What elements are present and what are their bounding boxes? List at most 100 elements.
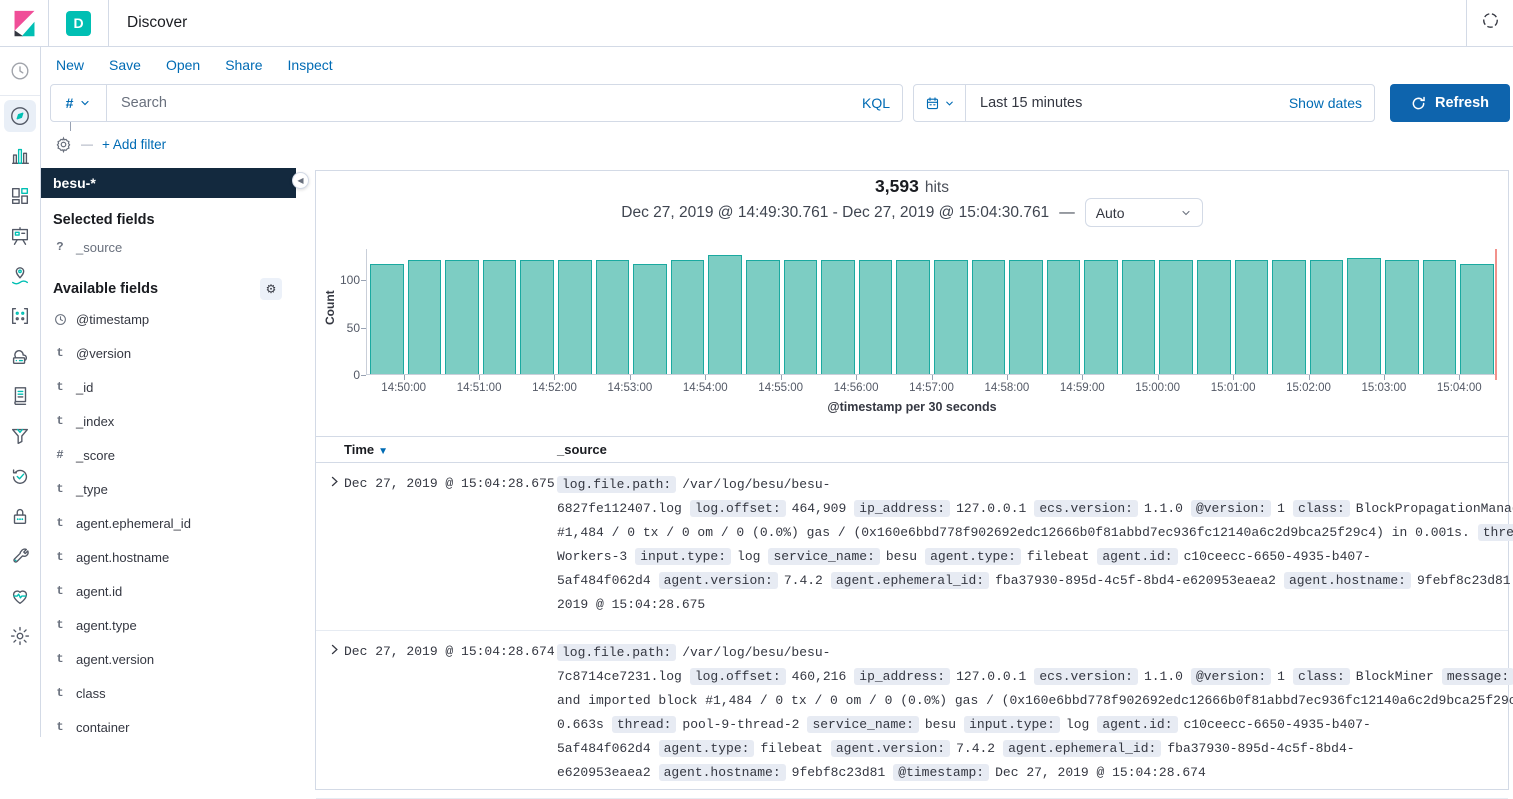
app-link-apm[interactable] <box>0 416 40 456</box>
app-link-siem[interactable] <box>0 496 40 536</box>
histogram-bar-15:03:30[interactable] <box>1423 260 1457 374</box>
search-input[interactable] <box>107 95 850 111</box>
stack-monitoring-icon <box>9 585 31 607</box>
field-agent.ephemeral_id[interactable]: tagent.ephemeral_id <box>41 506 296 540</box>
histogram-bar-15:02:30[interactable] <box>1347 258 1381 374</box>
field-settings-button[interactable]: ⚙ <box>260 278 282 300</box>
quick-select-menu[interactable] <box>914 85 966 121</box>
histogram-bar-14:58:30[interactable] <box>1047 260 1081 374</box>
app-link-uptime[interactable] <box>0 456 40 496</box>
histogram-bar-15:01:30[interactable] <box>1272 260 1306 374</box>
x-tick-label: 14:54:00 <box>683 382 728 394</box>
field-value: Dec 27, 2019 @ 15:04:28.674 <box>995 765 1206 780</box>
histogram-bar-14:51:30[interactable] <box>520 260 554 374</box>
histogram-bar-14:50:00[interactable] <box>408 260 442 374</box>
field-agent.type[interactable]: tagent.type <box>41 608 296 642</box>
x-tick-label: 14:52:00 <box>532 382 577 394</box>
app-link-recent[interactable] <box>0 47 40 96</box>
histogram-bar-14:51:00[interactable] <box>483 260 517 374</box>
filter-options-gear-icon[interactable] <box>55 136 72 153</box>
field-_index[interactable]: t_index <box>41 404 296 438</box>
app-link-metrics[interactable] <box>0 336 40 376</box>
app-link-machine-learning[interactable] <box>0 296 40 336</box>
app-link-logs[interactable] <box>0 376 40 416</box>
field-value: 127.0.0.1 <box>956 501 1026 516</box>
sort-desc-icon[interactable]: ▼ <box>378 446 388 457</box>
collapse-sidebar-button[interactable]: ◀ <box>292 172 309 189</box>
string-field-icon: t <box>53 686 67 700</box>
show-dates-button[interactable]: Show dates <box>1277 95 1374 111</box>
field-@version[interactable]: t@version <box>41 336 296 370</box>
histogram-bar-14:52:30[interactable] <box>596 260 630 374</box>
app-link-canvas[interactable] <box>0 216 40 256</box>
refresh-button[interactable]: Refresh <box>1390 84 1510 122</box>
field-_id[interactable]: t_id <box>41 370 296 404</box>
time-range-line: Dec 27, 2019 @ 14:49:30.761 - Dec 27, 20… <box>316 198 1508 227</box>
histogram-bar-14:52:00[interactable] <box>558 260 592 374</box>
histogram-bars[interactable] <box>367 249 1497 374</box>
help-menu-button[interactable] <box>1467 0 1513 46</box>
x-tick-label: 14:50:00 <box>381 382 426 394</box>
field-key-badge: ip_address: <box>854 500 950 517</box>
histogram-bar-14:54:00[interactable] <box>708 255 742 374</box>
time-column-header[interactable]: Time▼ <box>344 442 557 457</box>
histogram-bar-14:56:30[interactable] <box>896 260 930 374</box>
histogram-bar-15:04:00[interactable] <box>1460 264 1494 374</box>
histogram-bar-14:55:00[interactable] <box>784 260 818 374</box>
field-key-badge: @timestamp: <box>893 764 989 781</box>
histogram-bar-14:54:30[interactable] <box>746 260 780 374</box>
histogram-bar-14:53:30[interactable] <box>671 260 705 374</box>
nav-link-open[interactable]: Open <box>166 57 200 73</box>
nav-link-save[interactable]: Save <box>109 57 141 73</box>
app-link-maps[interactable] <box>0 256 40 296</box>
histogram-bar-14:59:00[interactable] <box>1084 260 1118 374</box>
histogram-bar-14:57:00[interactable] <box>934 260 968 374</box>
histogram-bar-14:59:30[interactable] <box>1122 260 1156 374</box>
app-link-visualize[interactable] <box>0 136 40 176</box>
discover-top-nav: New Save Open Share Inspect <box>41 47 333 83</box>
field-_source[interactable]: ?_source <box>41 230 296 264</box>
nav-link-share[interactable]: Share <box>225 57 262 73</box>
histogram-bar-15:00:00[interactable] <box>1159 260 1193 374</box>
field-agent.version[interactable]: tagent.version <box>41 642 296 676</box>
histogram-plot-area[interactable] <box>366 249 1497 375</box>
nav-link-inspect[interactable]: Inspect <box>288 57 333 73</box>
kql-language-button[interactable]: KQL <box>850 95 902 111</box>
app-link-discover[interactable] <box>0 96 40 136</box>
histogram-bar-14:53:00[interactable] <box>633 264 667 374</box>
histogram-bar-15:00:30[interactable] <box>1197 260 1231 374</box>
expand-row-button[interactable] <box>316 641 344 658</box>
histogram-bar-14:49:30[interactable] <box>370 264 404 374</box>
histogram-bar-14:50:30[interactable] <box>445 260 479 374</box>
field-value: log <box>737 549 760 564</box>
app-link-management[interactable] <box>0 616 40 656</box>
field-_type[interactable]: t_type <box>41 472 296 506</box>
time-range-button[interactable]: Last 15 minutes <box>966 95 1277 111</box>
nav-link-new[interactable]: New <box>56 57 84 73</box>
field-@timestamp[interactable]: @timestamp <box>41 302 296 336</box>
field-container[interactable]: tcontainer <box>41 710 296 744</box>
app-link-stack-monitoring[interactable] <box>0 576 40 616</box>
app-link-dashboard[interactable] <box>0 176 40 216</box>
field-_score[interactable]: #_score <box>41 438 296 472</box>
field-agent.hostname[interactable]: tagent.hostname <box>41 540 296 574</box>
histogram-bar-14:56:00[interactable] <box>859 260 893 374</box>
field-key-badge: @version: <box>1191 668 1271 685</box>
app-link-dev-tools[interactable] <box>0 536 40 576</box>
histogram-bar-15:03:00[interactable] <box>1385 260 1419 374</box>
histogram-bar-15:02:00[interactable] <box>1310 260 1344 374</box>
field-agent.id[interactable]: tagent.id <box>41 574 296 608</box>
histogram-bar-14:55:30[interactable] <box>821 260 855 374</box>
index-pattern-switcher[interactable]: besu-* <box>41 168 296 198</box>
field-class[interactable]: tclass <box>41 676 296 710</box>
histogram-bar-15:01:00[interactable] <box>1235 260 1269 374</box>
interval-select[interactable]: Auto <box>1085 198 1203 227</box>
filter-language-dropdown[interactable]: # <box>51 85 107 121</box>
add-filter-button[interactable]: + Add filter <box>102 137 166 152</box>
histogram-bar-14:57:30[interactable] <box>972 260 1006 374</box>
field-key-badge: @version: <box>1191 500 1271 517</box>
kibana-logo[interactable] <box>0 9 48 38</box>
x-tick-mark <box>781 375 782 380</box>
expand-row-button[interactable] <box>316 473 344 490</box>
histogram-bar-14:58:00[interactable] <box>1009 260 1043 374</box>
